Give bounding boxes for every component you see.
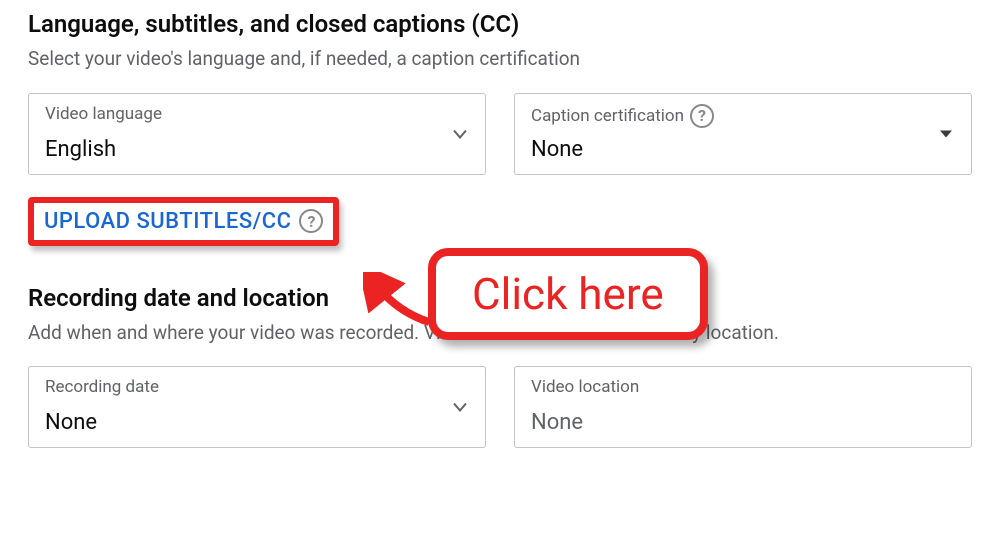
- language-section-title: Language, subtitles, and closed captions…: [28, 10, 972, 38]
- video-language-label-text: Video language: [45, 104, 162, 124]
- help-icon[interactable]: ?: [299, 209, 323, 233]
- upload-subtitles-button[interactable]: UPLOAD SUBTITLES/CC: [44, 209, 291, 234]
- video-location-label-text: Video location: [531, 377, 639, 397]
- recording-date-label: Recording date: [45, 377, 469, 397]
- chevron-down-icon: [453, 124, 467, 143]
- video-location-input[interactable]: Video location None: [514, 366, 972, 448]
- help-icon[interactable]: ?: [690, 104, 714, 128]
- chevron-down-icon: [939, 124, 953, 143]
- caption-certification-select[interactable]: Caption certification ? None: [514, 93, 972, 175]
- caption-certification-value: None: [531, 137, 955, 162]
- upload-subtitles-highlight: UPLOAD SUBTITLES/CC ?: [28, 197, 339, 246]
- video-language-select[interactable]: Video language English: [28, 93, 486, 175]
- caption-certification-label: Caption certification ?: [531, 104, 955, 128]
- recording-date-value: None: [45, 410, 469, 435]
- recording-fields-row: Recording date None Video location None: [28, 366, 972, 448]
- chevron-down-icon: [453, 398, 467, 417]
- annotation-callout: Click here: [428, 248, 708, 340]
- recording-date-label-text: Recording date: [45, 377, 159, 397]
- video-location-value: None: [531, 410, 955, 435]
- caption-certification-label-text: Caption certification: [531, 106, 684, 126]
- annotation-callout-text: Click here: [472, 268, 664, 320]
- language-section-subtitle: Select your video's language and, if nee…: [28, 46, 972, 73]
- language-section: Language, subtitles, and closed captions…: [28, 10, 972, 280]
- language-fields-row: Video language English Caption certifica…: [28, 93, 972, 175]
- recording-date-select[interactable]: Recording date None: [28, 366, 486, 448]
- video-language-label: Video language: [45, 104, 469, 124]
- video-language-value: English: [45, 137, 469, 162]
- video-location-label: Video location: [531, 377, 955, 397]
